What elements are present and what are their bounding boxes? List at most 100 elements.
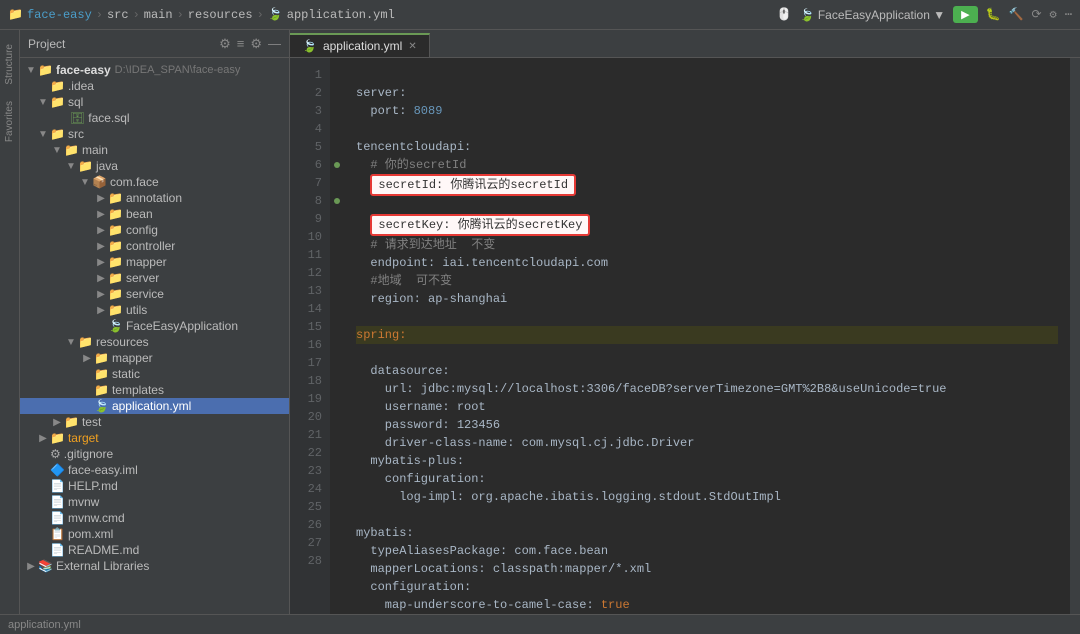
tree-item-face-easy-iml[interactable]: 🔷 face-easy.iml [20, 462, 289, 478]
tree-item-bean[interactable]: ▶ 📁 bean [20, 206, 289, 222]
tree-item-mvnw-cmd[interactable]: 📄 mvnw.cmd [20, 510, 289, 526]
editor-scrollbar[interactable] [1070, 58, 1080, 614]
tree-arrow-com-face: ▼ [78, 177, 92, 188]
tree-arrow-java: ▼ [64, 161, 78, 172]
tree-label-mapper-res: mapper [112, 351, 153, 365]
tree-arrow-bean: ▶ [94, 209, 108, 220]
tree-label-face-easy-app: FaceEasyApplication [126, 319, 238, 333]
editor-area: 🍃 application.yml ✕ 12345 678910 1112131… [290, 30, 1080, 614]
tree-label-target: target [68, 431, 99, 445]
line-25: typeAliasesPackage: com.face.bean [356, 544, 608, 558]
readme-md-icon: 📄 [50, 543, 65, 557]
bean-folder-icon: 📁 [108, 207, 123, 221]
tree-item-target[interactable]: ▶ 📁 target [20, 430, 289, 446]
tree-item-idea[interactable]: 📁 .idea [20, 78, 289, 94]
sidebar: Project ⚙ ≡ ⚙ — ▼ 📁 face-easy D:\IDEA_SP… [20, 30, 290, 614]
tree-item-mapper[interactable]: ▶ 📁 mapper [20, 254, 289, 270]
tree-item-resources[interactable]: ▼ 📁 resources [20, 334, 289, 350]
tree-item-main[interactable]: ▼ 📁 main [20, 142, 289, 158]
breadcrumb-file: 🍃 [268, 7, 283, 22]
sidebar-minimize-button[interactable]: — [268, 36, 281, 51]
tree-item-src[interactable]: ▼ 📁 src [20, 126, 289, 142]
tree-item-readme-md[interactable]: 📄 README.md [20, 542, 289, 558]
tree-item-mapper-res[interactable]: ▶ 📁 mapper [20, 350, 289, 366]
sidebar-filter-button[interactable]: ≡ [237, 36, 245, 51]
tree-item-help-md[interactable]: 📄 HELP.md [20, 478, 289, 494]
line-3 [356, 122, 363, 136]
tree-label-server: server [126, 271, 159, 285]
top-bar-actions: 🖱️ 🍃 FaceEasyApplication ▼ ▶ 🐛 🔨 ⟳ ⚙ ⋯ [777, 6, 1072, 23]
line-4: tencentcloudapi: [356, 140, 471, 154]
src-folder-icon: 📁 [50, 127, 65, 141]
tree-item-face-easy[interactable]: ▼ 📁 face-easy D:\IDEA_SPAN\face-easy [20, 62, 289, 78]
cursor-icon[interactable]: 🖱️ [777, 7, 792, 22]
tab-close-button[interactable]: ✕ [408, 41, 416, 52]
app-selector[interactable]: 🍃 FaceEasyApplication ▼ [800, 8, 946, 22]
code-editor[interactable]: server: port: 8089 tencentcloudapi: # 你的… [344, 58, 1070, 614]
tree-item-external-libs[interactable]: ▶ 📚 External Libraries [20, 558, 289, 574]
sql-folder-icon: 📁 [50, 95, 65, 109]
line-28: map-underscore-to-camel-case: true [356, 598, 630, 612]
tree-label-face-easy: face-easy [56, 63, 111, 77]
tree-arrow-face-easy: ▼ [24, 65, 38, 76]
run-button[interactable]: ▶ [953, 6, 977, 23]
more-button[interactable]: ⚙ [1050, 7, 1057, 22]
tree-arrow-external-libs: ▶ [24, 561, 38, 572]
tab-application-yml[interactable]: 🍃 application.yml ✕ [290, 33, 430, 57]
tree-item-gitignore[interactable]: ⚙ .gitignore [20, 446, 289, 462]
breadcrumb-resources[interactable]: resources [188, 8, 253, 22]
tree-item-mvnw[interactable]: 📄 mvnw [20, 494, 289, 510]
tree-item-pom-xml[interactable]: 📋 pom.xml [20, 526, 289, 542]
tree-label-readme-md: README.md [68, 543, 139, 557]
tree-item-face-sql[interactable]: 🗄 face.sql [20, 110, 289, 126]
tree-item-application-yml[interactable]: 🍃 application.yml [20, 398, 289, 414]
tree-item-utils[interactable]: ▶ 📁 utils [20, 302, 289, 318]
tree-label-templates: templates [112, 383, 164, 397]
line-1: server: [356, 86, 406, 100]
tree-arrow-annotation: ▶ [94, 193, 108, 204]
line-8: secretKey: 你腾讯云的secretKey [356, 218, 590, 232]
tree-label-config: config [126, 223, 158, 237]
idea-folder-icon: 📁 [50, 79, 65, 93]
update-button[interactable]: ⟳ [1031, 7, 1041, 22]
tree-item-server[interactable]: ▶ 📁 server [20, 270, 289, 286]
main-folder-icon: 📁 [64, 143, 79, 157]
tree-item-annotation[interactable]: ▶ 📁 annotation [20, 190, 289, 206]
breadcrumb-src[interactable]: src [107, 8, 129, 22]
line-19: driver-class-name: com.mysql.cj.jdbc.Dri… [356, 436, 694, 450]
tree-item-static[interactable]: 📁 static [20, 366, 289, 382]
tree-item-sql[interactable]: ▼ 📁 sql [20, 94, 289, 110]
templates-folder-icon: 📁 [94, 383, 109, 397]
tree-label-external-libs: External Libraries [56, 559, 149, 573]
tree-item-java[interactable]: ▼ 📁 java [20, 158, 289, 174]
debug-button[interactable]: 🐛 [986, 7, 1001, 22]
sidebar-header-icons: ⚙ ≡ ⚙ — [219, 36, 281, 52]
tree-item-face-easy-app[interactable]: 🍃 FaceEasyApplication [20, 318, 289, 334]
java-folder-icon: 📁 [78, 159, 93, 173]
tree-item-service[interactable]: ▶ 📁 service [20, 286, 289, 302]
line-14: spring: [356, 326, 1058, 344]
tree-arrow-mapper: ▶ [94, 257, 108, 268]
line-17: username: root [356, 400, 486, 414]
build-button[interactable]: 🔨 [1009, 7, 1024, 22]
structure-tab[interactable]: Structure [2, 40, 17, 89]
pom-xml-icon: 📋 [50, 527, 65, 541]
tree-arrow-main: ▼ [50, 145, 64, 156]
line-12: region: ap-shanghai [356, 292, 507, 306]
sidebar-gear-button[interactable]: ⚙ [250, 36, 262, 52]
breadcrumb-root[interactable]: face-easy [27, 8, 92, 22]
tree-item-templates[interactable]: 📁 templates [20, 382, 289, 398]
breadcrumb-main[interactable]: main [144, 8, 173, 22]
line-11: #地域 可不变 [356, 274, 452, 288]
tree-item-com-face[interactable]: ▼ 📦 com.face [20, 174, 289, 190]
favorites-tab[interactable]: Favorites [2, 97, 17, 146]
more-button2[interactable]: ⋯ [1065, 7, 1072, 22]
line-16: url: jdbc:mysql://localhost:3306/faceDB?… [356, 382, 947, 396]
tree-item-controller[interactable]: ▶ 📁 controller [20, 238, 289, 254]
tree-item-test[interactable]: ▶ 📁 test [20, 414, 289, 430]
tree-label-help-md: HELP.md [68, 479, 118, 493]
sidebar-settings-button[interactable]: ⚙ [219, 36, 231, 52]
help-md-icon: 📄 [50, 479, 65, 493]
tree-item-config[interactable]: ▶ 📁 config [20, 222, 289, 238]
line-15: datasource: [356, 364, 450, 378]
